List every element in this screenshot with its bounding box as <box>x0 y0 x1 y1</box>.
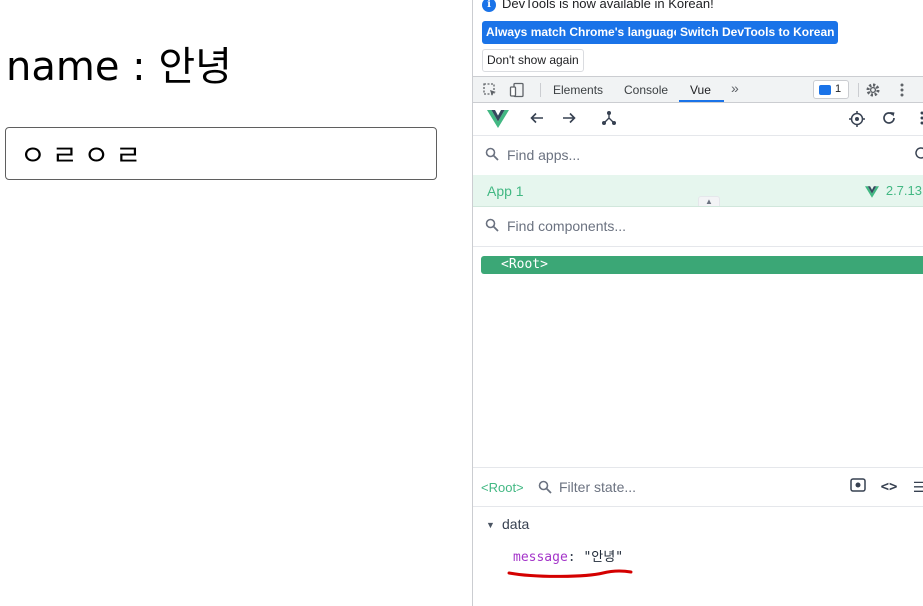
data-field-key: message <box>513 550 568 565</box>
code-view-icon[interactable]: <> <box>880 478 898 496</box>
state-data-section: ▼ data message: "안녕" <box>473 507 923 606</box>
find-components-input[interactable] <box>507 215 897 237</box>
match-language-button[interactable]: Always match Chrome's language <box>482 21 685 44</box>
tab-elements[interactable]: Elements <box>553 83 603 97</box>
page-content: name : 안녕 <box>0 0 472 606</box>
refresh-icon[interactable] <box>880 110 898 128</box>
more-options-icon[interactable] <box>894 82 910 98</box>
switch-language-button[interactable]: Switch DevTools to Korean <box>676 21 839 44</box>
dont-show-again-button[interactable]: Don't show again <box>482 49 584 72</box>
data-section-title: data <box>502 516 530 532</box>
component-tree-root[interactable]: <Root> <box>481 256 923 274</box>
find-apps-row <box>473 136 923 176</box>
vue-version: 2.7.13 <box>885 183 922 198</box>
language-infobar: i DevTools is now available in Korean! A… <box>473 0 923 76</box>
select-component-icon[interactable] <box>848 110 866 128</box>
info-icon: i <box>482 0 496 12</box>
vue-logo-icon <box>487 110 509 133</box>
vue-more-icon[interactable] <box>913 110 923 128</box>
toolbar-divider <box>858 83 859 97</box>
toolbar-divider <box>540 83 541 97</box>
name-label: name <box>6 44 120 90</box>
state-inspector-header: <Root> <> ☰ <box>473 467 923 507</box>
active-tab-indicator <box>679 100 724 102</box>
settings-gear-icon[interactable] <box>865 82 881 98</box>
devtools-tabbar: Elements Console Vue » 1 <box>473 76 923 103</box>
tab-console[interactable]: Console <box>624 83 668 97</box>
name-value: 안녕 <box>158 44 232 90</box>
devtools-panel: i DevTools is now available in Korean! A… <box>472 0 923 606</box>
inspect-element-icon[interactable] <box>482 82 498 98</box>
collapse-data-icon[interactable]: ▼ <box>486 520 495 530</box>
vue-version-logo-icon <box>865 185 879 203</box>
menu-icon[interactable]: ☰ <box>910 478 923 496</box>
search-icon <box>538 480 552 494</box>
name-display: name : 안녕 <box>6 34 232 92</box>
tab-vue[interactable]: Vue <box>690 83 711 97</box>
forward-arrow-icon[interactable] <box>560 110 578 128</box>
filter-state-input[interactable] <box>559 477 759 497</box>
app-name: App 1 <box>487 183 524 199</box>
selected-component-name: <Root> <box>481 480 524 495</box>
data-field-value[interactable]: "안녕" <box>583 550 623 565</box>
red-annotation-underline <box>507 569 633 578</box>
scroll-to-component-icon[interactable] <box>849 478 867 496</box>
apps-refresh-icon[interactable] <box>912 146 923 164</box>
infobar-message: DevTools is now available in Korean! <box>502 0 714 11</box>
device-toolbar-icon[interactable] <box>509 82 525 98</box>
issues-icon <box>819 84 831 95</box>
data-field-row[interactable]: message: "안녕" <box>513 546 623 565</box>
search-icon <box>485 147 499 161</box>
message-input[interactable] <box>5 127 437 180</box>
issues-button[interactable]: 1 <box>813 80 849 99</box>
name-separator: : <box>132 44 146 90</box>
collapse-apps-icon[interactable]: ▲ <box>698 196 720 206</box>
vue-devtools-toolbar <box>473 103 923 136</box>
find-apps-input[interactable] <box>507 144 897 166</box>
component-tree-icon[interactable] <box>600 110 618 128</box>
more-tabs-icon[interactable]: » <box>731 80 739 96</box>
find-components-row <box>473 207 923 247</box>
search-icon <box>485 218 499 232</box>
back-arrow-icon[interactable] <box>528 110 546 128</box>
app-window: name : 안녕 i DevTools is now available in… <box>0 0 923 606</box>
